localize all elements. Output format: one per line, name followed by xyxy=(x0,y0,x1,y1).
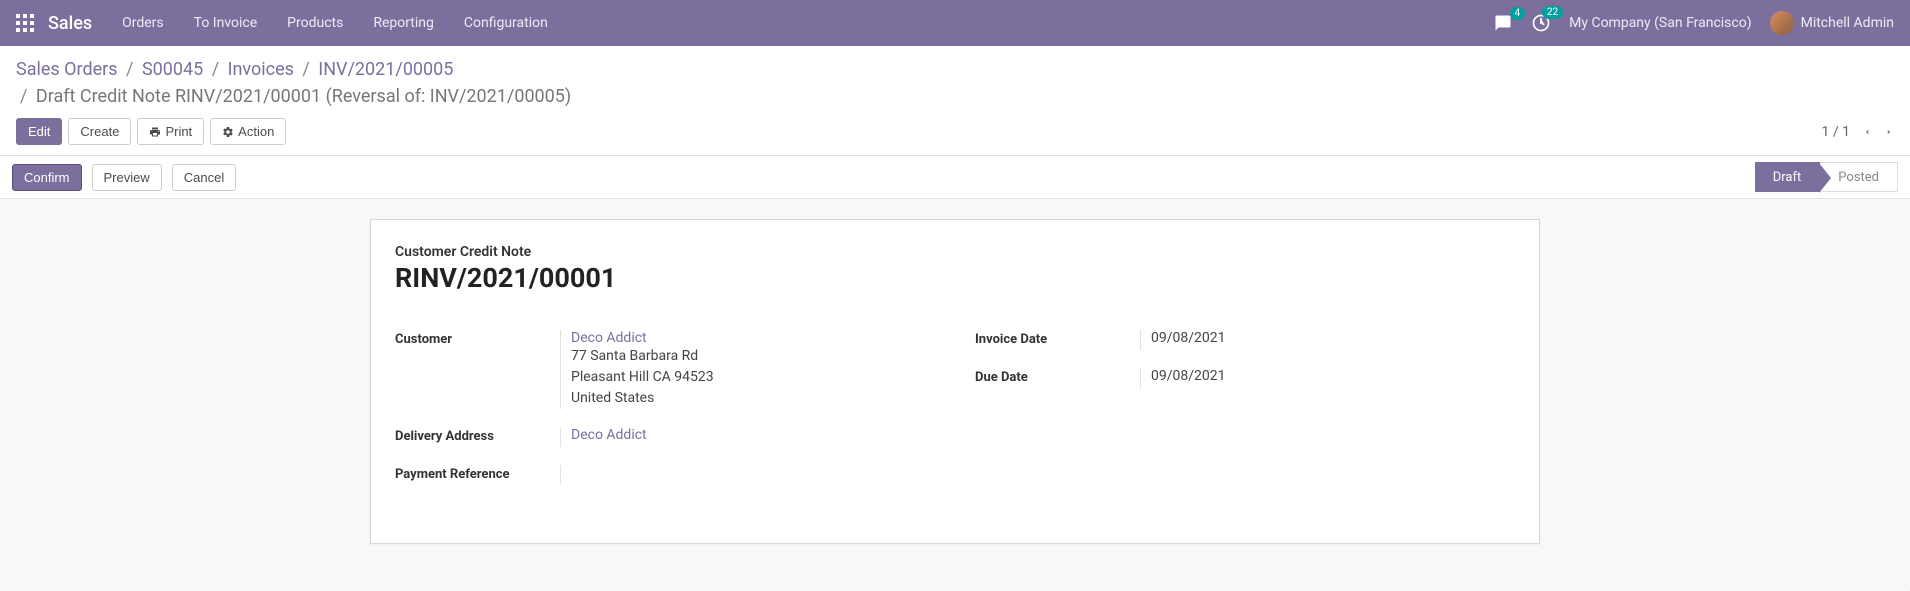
delivery-address-value: Deco Addict xyxy=(560,427,935,447)
print-button[interactable]: Print xyxy=(137,118,204,145)
cancel-button[interactable]: Cancel xyxy=(172,164,236,191)
menu-orders[interactable]: Orders xyxy=(122,15,164,31)
pager-text: 1 / 1 xyxy=(1822,124,1850,140)
delivery-link[interactable]: Deco Addict xyxy=(571,427,647,443)
messages-badge: 4 xyxy=(1510,7,1526,20)
control-panel: Sales Orders / S00045 / Invoices / INV/2… xyxy=(0,46,1910,156)
user-menu[interactable]: Mitchell Admin xyxy=(1770,11,1894,35)
doc-type-label: Customer Credit Note xyxy=(395,244,1515,260)
app-title[interactable]: Sales xyxy=(48,13,92,34)
delivery-address-label: Delivery Address xyxy=(395,427,560,444)
breadcrumb-sep: / xyxy=(212,59,219,80)
crumb-s00045[interactable]: S00045 xyxy=(142,59,203,80)
create-button[interactable]: Create xyxy=(68,118,131,145)
payment-reference-label: Payment Reference xyxy=(395,465,560,482)
breadcrumb-sep: / xyxy=(126,59,133,80)
pager-next[interactable] xyxy=(1884,125,1894,139)
payment-reference-value xyxy=(560,465,935,485)
menu-reporting[interactable]: Reporting xyxy=(373,15,434,31)
customer-addr2: Pleasant Hill CA 94523 xyxy=(571,367,935,388)
breadcrumb-sep: / xyxy=(20,86,27,107)
gear-icon xyxy=(222,126,234,138)
due-date-value: 09/08/2021 xyxy=(1140,368,1515,388)
status-steps: Draft Posted xyxy=(1755,162,1898,192)
pager: 1 / 1 xyxy=(1822,124,1894,140)
crumb-current: Draft Credit Note RINV/2021/00001 (Rever… xyxy=(36,86,571,107)
main-navbar: Sales Orders To Invoice Products Reporti… xyxy=(0,0,1910,46)
invoice-date-label: Invoice Date xyxy=(975,330,1140,347)
apps-icon[interactable] xyxy=(16,14,34,32)
avatar xyxy=(1770,11,1794,35)
confirm-button[interactable]: Confirm xyxy=(12,164,82,191)
statusbar: Confirm Preview Cancel Draft Posted xyxy=(0,156,1910,199)
company-switcher[interactable]: My Company (San Francisco) xyxy=(1569,15,1751,31)
activities-badge: 22 xyxy=(1542,6,1563,19)
edit-button[interactable]: Edit xyxy=(16,118,62,145)
action-button[interactable]: Action xyxy=(210,118,286,145)
pager-prev[interactable] xyxy=(1862,125,1872,139)
menu-to-invoice[interactable]: To Invoice xyxy=(194,15,258,31)
form-right-col: Invoice Date 09/08/2021 Due Date 09/08/2… xyxy=(975,330,1515,503)
pager-total: 1 xyxy=(1842,124,1850,140)
breadcrumb: Sales Orders / S00045 / Invoices / INV/2… xyxy=(16,56,1894,110)
pager-current: 1 xyxy=(1822,124,1830,140)
customer-value: Deco Addict 77 Santa Barbara Rd Pleasant… xyxy=(560,330,935,409)
breadcrumb-sep: / xyxy=(302,59,309,80)
activities-icon[interactable]: 22 xyxy=(1531,13,1551,33)
crumb-sales-orders[interactable]: Sales Orders xyxy=(16,59,118,80)
print-icon xyxy=(149,126,161,138)
print-label: Print xyxy=(165,124,192,139)
customer-country: United States xyxy=(571,388,935,409)
customer-link[interactable]: Deco Addict xyxy=(571,330,647,346)
customer-addr1: 77 Santa Barbara Rd xyxy=(571,346,935,367)
crumb-inv-2021-00005[interactable]: INV/2021/00005 xyxy=(318,59,453,80)
doc-title: RINV/2021/00001 xyxy=(395,262,1515,294)
preview-button[interactable]: Preview xyxy=(92,164,162,191)
customer-label: Customer xyxy=(395,330,560,347)
status-step-draft[interactable]: Draft xyxy=(1755,162,1821,192)
menu-configuration[interactable]: Configuration xyxy=(464,15,548,31)
due-date-label: Due Date xyxy=(975,368,1140,385)
form-sheet: Customer Credit Note RINV/2021/00001 Cus… xyxy=(370,219,1540,544)
messages-icon[interactable]: 4 xyxy=(1493,14,1513,32)
action-label: Action xyxy=(238,124,274,139)
form-area: Customer Credit Note RINV/2021/00001 Cus… xyxy=(0,199,1910,584)
status-step-posted[interactable]: Posted xyxy=(1820,162,1898,192)
nav-menu: Orders To Invoice Products Reporting Con… xyxy=(122,15,548,31)
crumb-invoices[interactable]: Invoices xyxy=(228,59,294,80)
invoice-date-value: 09/08/2021 xyxy=(1140,330,1515,350)
menu-products[interactable]: Products xyxy=(287,15,343,31)
toolbar: Edit Create Print Action 1 / 1 xyxy=(16,118,1894,155)
form-left-col: Customer Deco Addict 77 Santa Barbara Rd… xyxy=(395,330,935,503)
user-name: Mitchell Admin xyxy=(1801,15,1894,31)
